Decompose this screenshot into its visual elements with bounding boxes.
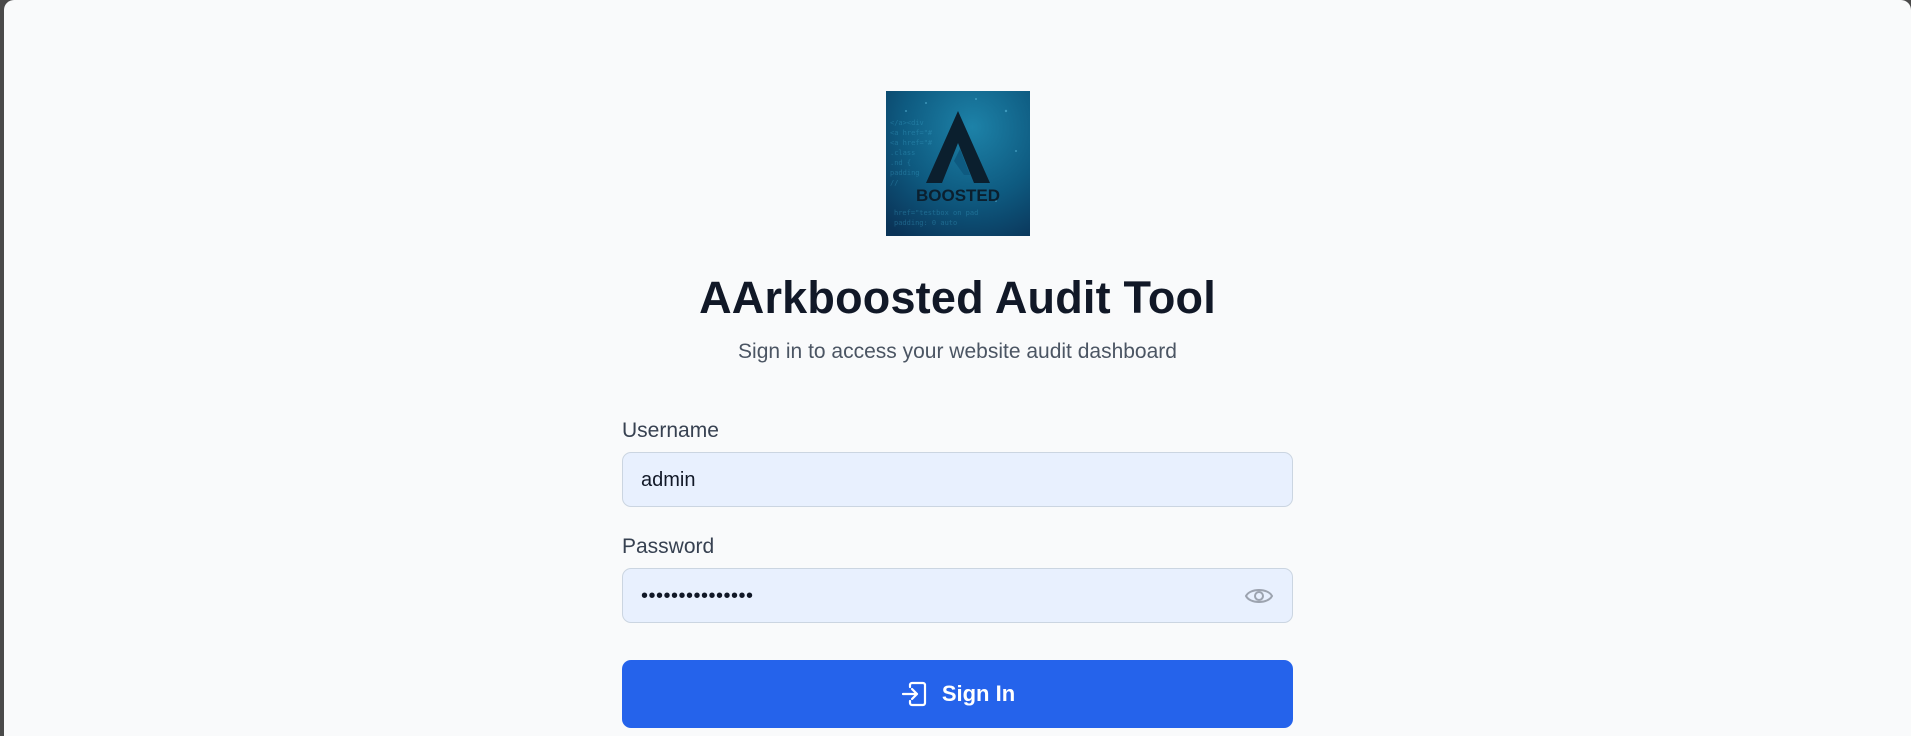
svg-text:.nd {: .nd {: [890, 159, 911, 167]
logo-text: BOOSTED: [916, 186, 1000, 205]
svg-text://: //: [890, 179, 898, 187]
username-input[interactable]: admin: [622, 452, 1293, 507]
svg-text:.class: .class: [890, 149, 915, 157]
page-subtitle: Sign in to access your website audit das…: [738, 340, 1177, 363]
password-label: Password: [622, 535, 715, 558]
brand-logo: </a><div <a href="# <a href="# .class .n…: [886, 91, 1030, 236]
password-input[interactable]: •••••••••••••••: [622, 568, 1293, 623]
sign-in-label: Sign In: [941, 681, 1016, 706]
login-page: </a><div <a href="# <a href="# .class .n…: [4, 0, 1911, 736]
svg-text:<a href="#: <a href="#: [890, 129, 933, 137]
sign-in-button[interactable]: Sign In: [622, 660, 1293, 728]
svg-text:padding: 0 auto: padding: 0 auto: [894, 219, 957, 227]
sign-in-icon: [900, 680, 928, 708]
page-title: AArkboosted Audit Tool: [699, 272, 1216, 323]
svg-text:href="testbox on pad: href="testbox on pad: [894, 209, 978, 217]
password-value: •••••••••••••••: [641, 585, 754, 607]
svg-text:</a><div: </a><div: [890, 119, 924, 127]
svg-text:<a href="#: <a href="#: [890, 139, 933, 147]
eye-icon[interactable]: [1244, 583, 1274, 609]
username-label: Username: [622, 419, 719, 442]
username-value: admin: [641, 469, 696, 491]
svg-text:padding: padding: [890, 169, 920, 177]
